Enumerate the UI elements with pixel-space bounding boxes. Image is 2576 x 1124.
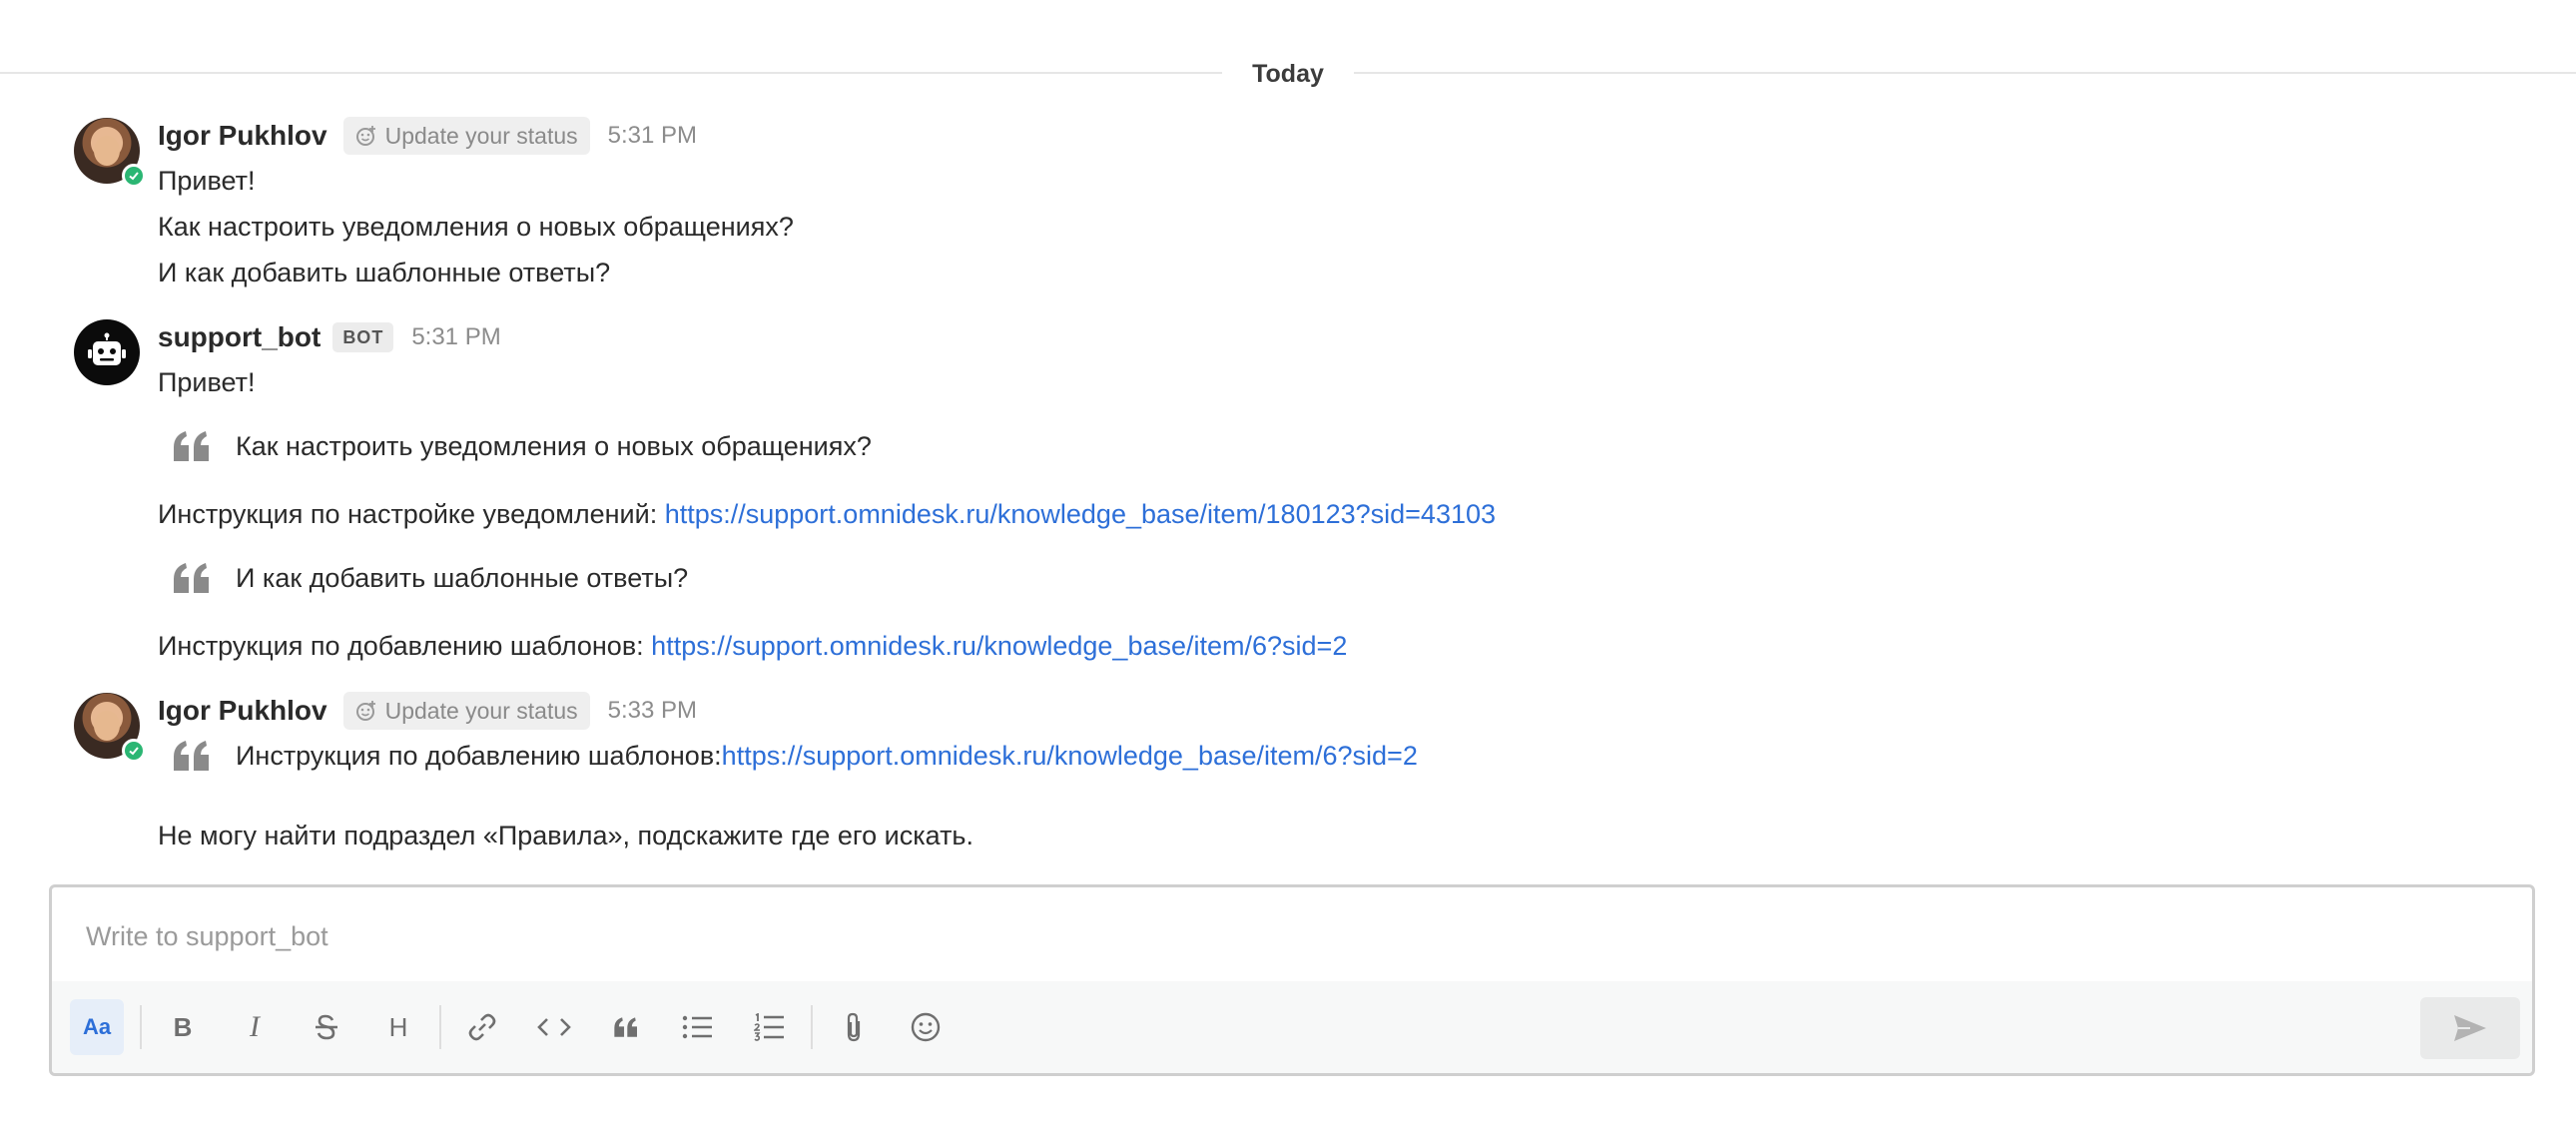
message-text: Инструкция по настройке уведомлений: htt… <box>158 499 1496 530</box>
quote-icon <box>174 431 209 461</box>
answer-text: Инструкция по добавлению шаблонов: <box>158 631 652 661</box>
date-divider-label: Today <box>1222 54 1354 94</box>
message-header: support_bot BOT 5:31 PM <box>158 317 501 357</box>
quote-icon <box>174 563 209 593</box>
quote-block: Как настроить уведомления о новых обраще… <box>172 429 872 463</box>
formatting-toolbar: Aa B I H <box>52 981 2532 1073</box>
numbered-list-button[interactable] <box>743 999 797 1055</box>
quote-icon <box>614 1017 637 1037</box>
author-name[interactable]: support_bot <box>158 321 321 353</box>
bulleted-list-icon <box>682 1015 712 1039</box>
message-timestamp: 5:31 PM <box>411 323 501 350</box>
bulleted-list-button[interactable] <box>671 999 725 1055</box>
emoji-icon <box>911 1012 941 1042</box>
formatting-toggle-button[interactable]: Aa <box>70 999 124 1055</box>
quote-text: Как настроить уведомления о новых обраще… <box>236 430 872 461</box>
strikethrough-icon <box>316 1014 337 1040</box>
answer-text: Инструкция по настройке уведомлений: <box>158 499 665 529</box>
message-text: Привет! <box>158 166 256 196</box>
avatar[interactable] <box>74 693 146 763</box>
message-input[interactable] <box>84 913 2464 959</box>
toolbar-separator <box>811 1005 813 1049</box>
send-icon <box>2454 1015 2486 1041</box>
toolbar-separator <box>439 1005 441 1049</box>
numbered-list-icon <box>754 1013 784 1041</box>
knowledge-base-link[interactable]: https://support.omnidesk.ru/knowledge_ba… <box>722 741 1418 772</box>
quote-icon <box>174 741 209 771</box>
message-text: Не могу найти подраздел «Правила», подск… <box>158 821 974 850</box>
message-text: Инструкция по добавлению шаблонов: https… <box>158 631 1347 662</box>
emoji-add-icon <box>355 701 375 721</box>
message-timestamp: 5:33 PM <box>607 697 698 724</box>
emoji-button[interactable] <box>899 999 953 1055</box>
link-icon <box>468 1013 496 1041</box>
code-icon <box>537 1018 571 1036</box>
message-header: Igor Pukhlov Update your status 5:33 PM <box>158 691 697 731</box>
italic-button[interactable]: I <box>228 999 282 1055</box>
emoji-add-icon <box>355 126 375 146</box>
attach-file-button[interactable] <box>827 999 881 1055</box>
send-button[interactable] <box>2420 997 2520 1059</box>
online-status-icon <box>122 164 146 188</box>
knowledge-base-link[interactable]: https://support.omnidesk.ru/knowledge_ba… <box>651 631 1347 661</box>
link-button[interactable] <box>455 999 509 1055</box>
toolbar-separator <box>140 1005 142 1049</box>
message-text: Привет! <box>158 367 256 397</box>
bold-button[interactable]: B <box>156 999 210 1055</box>
message-text: И как добавить шаблонные ответы? <box>158 258 611 287</box>
avatar-face <box>94 136 120 166</box>
update-status-button[interactable]: Update your status <box>342 117 590 155</box>
message-text: Как настроить уведомления о новых обраще… <box>158 212 794 242</box>
strikethrough-button[interactable] <box>300 999 353 1055</box>
message-composer: Aa B I H <box>49 884 2535 1076</box>
quote-block: И как добавить шаблонные ответы? <box>172 561 688 595</box>
avatar-face <box>94 711 120 741</box>
online-status-icon <box>122 739 146 763</box>
quote-block: Инструкция по добавлению шаблонов: https… <box>172 739 1418 773</box>
update-status-label: Update your status <box>384 122 578 149</box>
bot-badge: BOT <box>332 322 394 352</box>
message-timestamp: 5:31 PM <box>607 122 698 149</box>
robot-icon <box>88 332 126 365</box>
author-name[interactable]: Igor Pukhlov <box>158 120 327 152</box>
message-header: Igor Pukhlov Update your status 5:31 PM <box>158 116 697 156</box>
author-name[interactable]: Igor Pukhlov <box>158 695 327 727</box>
paperclip-icon <box>847 1012 861 1042</box>
bot-avatar[interactable] <box>74 319 140 385</box>
heading-button[interactable]: H <box>371 999 425 1055</box>
code-button[interactable] <box>527 999 581 1055</box>
quote-text: Инструкция по добавлению шаблонов: <box>236 740 722 771</box>
knowledge-base-link[interactable]: https://support.omnidesk.ru/knowledge_ba… <box>665 499 1496 529</box>
avatar[interactable] <box>74 118 146 188</box>
update-status-button[interactable]: Update your status <box>342 692 590 730</box>
update-status-label: Update your status <box>384 697 578 724</box>
quote-text: И как добавить шаблонные ответы? <box>236 562 689 593</box>
quote-button[interactable] <box>599 999 653 1055</box>
